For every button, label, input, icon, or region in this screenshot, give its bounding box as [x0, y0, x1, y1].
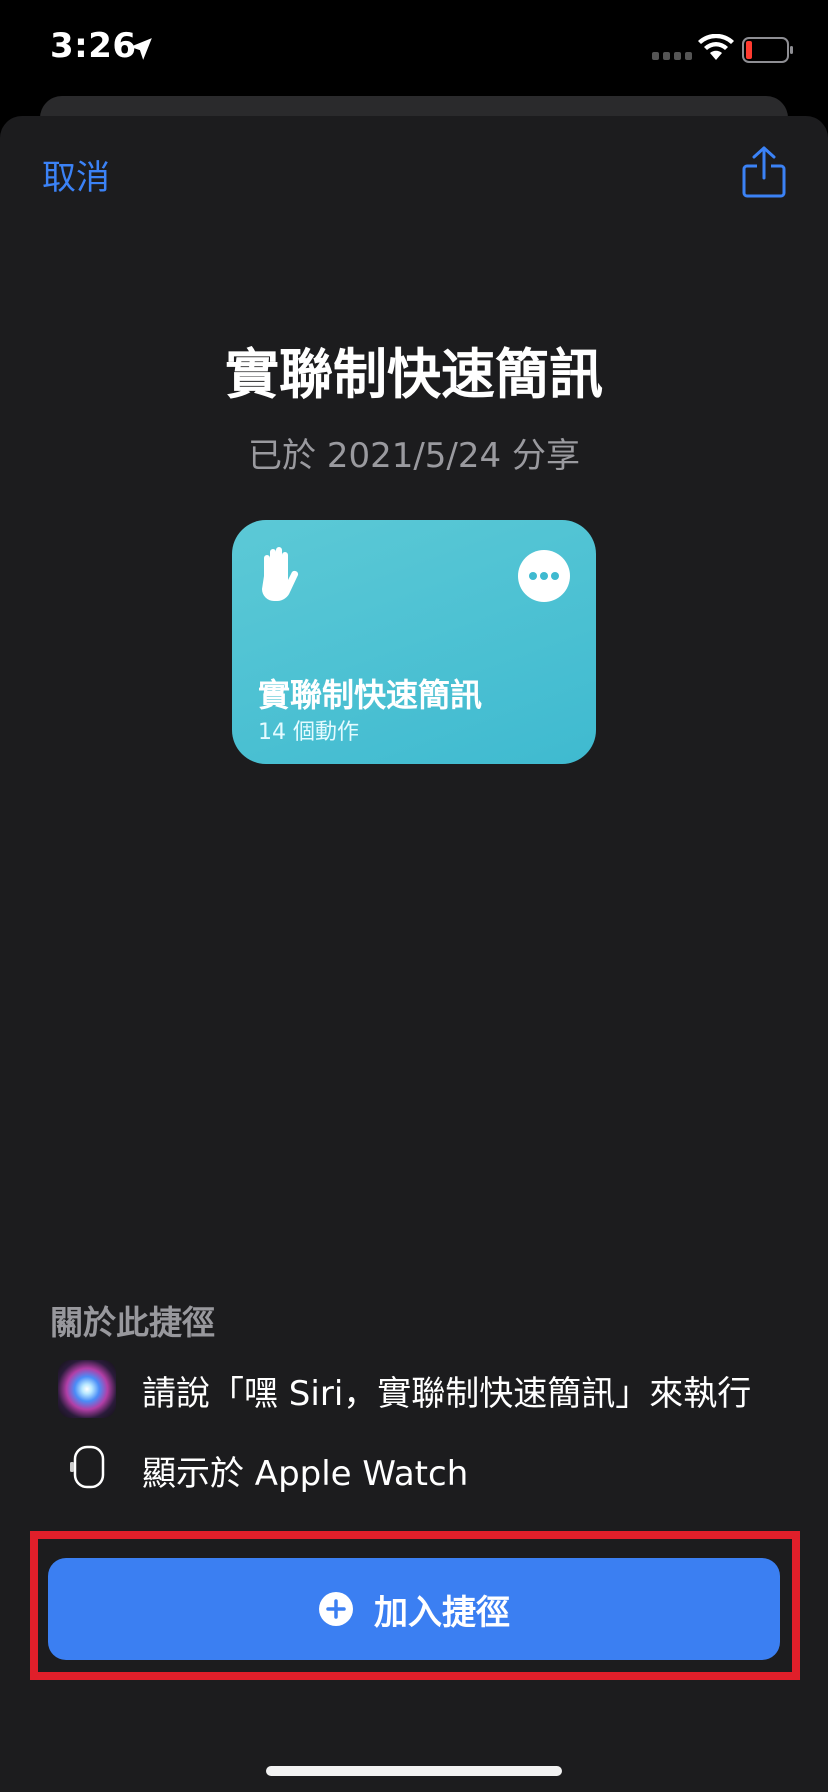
more-options-button[interactable]	[518, 550, 570, 602]
about-heading: 關於此捷徑	[50, 1303, 215, 1342]
siri-icon	[58, 1360, 116, 1418]
apple-watch-row[interactable]: 顯示於 Apple Watch	[58, 1438, 798, 1498]
cellular-signal-icon	[652, 52, 692, 60]
add-shortcut-button[interactable]: 加入捷徑	[48, 1558, 780, 1660]
add-shortcut-label: 加入捷徑	[374, 1592, 510, 1633]
siri-phrase-text: 請說「嘿 Siri，實聯制快速簡訊」來執行	[142, 1374, 752, 1414]
apple-watch-icon	[70, 1445, 105, 1489]
cancel-button[interactable]: 取消	[42, 150, 110, 199]
page-title: 實聯制快速簡訊	[225, 343, 603, 406]
location-arrow-icon	[130, 38, 152, 60]
status-bar: 3:26	[0, 0, 828, 100]
raised-hand-icon	[262, 547, 299, 601]
status-time: 3:26	[50, 26, 137, 66]
card-action-count: 14 個動作	[258, 720, 359, 745]
home-indicator[interactable]	[266, 1766, 562, 1776]
shared-date: 已於 2021/5/24 分享	[248, 436, 580, 476]
plus-circle-icon	[319, 1592, 353, 1626]
share-icon[interactable]	[742, 146, 786, 198]
card-title: 實聯制快速簡訊	[258, 676, 483, 714]
apple-watch-text: 顯示於 Apple Watch	[142, 1454, 469, 1494]
battery-low-icon	[742, 37, 793, 63]
wifi-icon	[698, 34, 734, 60]
siri-phrase-row[interactable]: 請說「嘿 Siri，實聯制快速簡訊」來執行	[58, 1358, 798, 1418]
shortcut-card[interactable]: 實聯制快速簡訊 14 個動作	[232, 520, 596, 764]
